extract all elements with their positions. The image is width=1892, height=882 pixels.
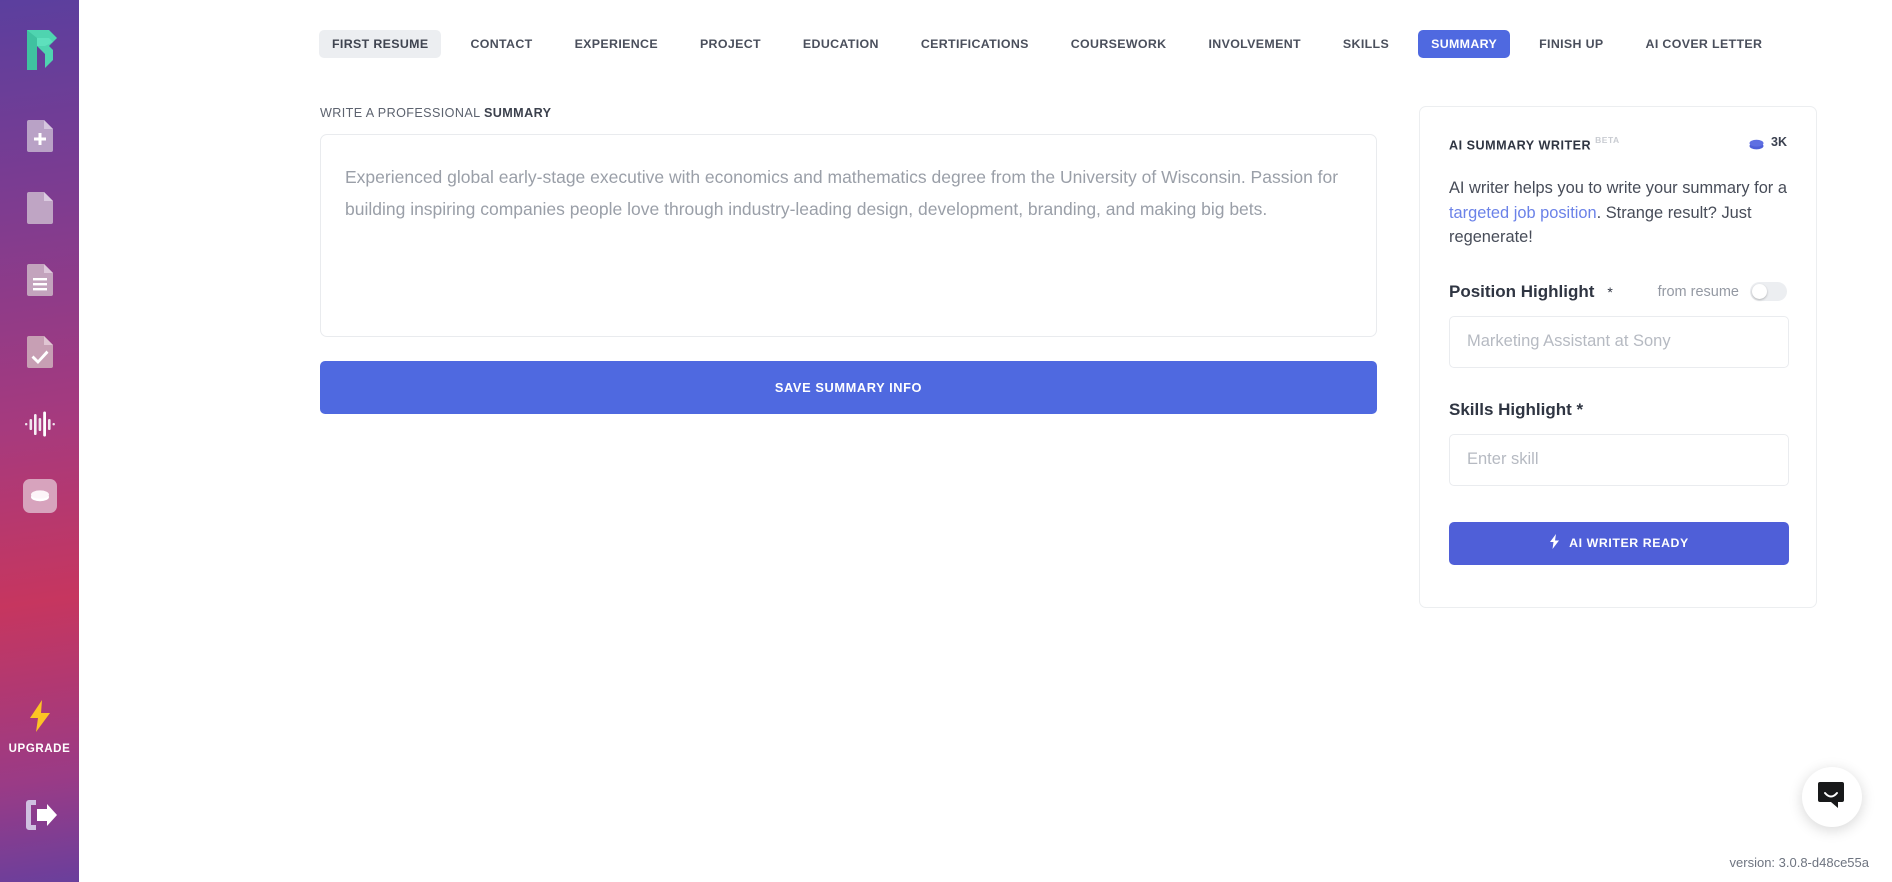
logout-arrow-icon [23,800,57,835]
checked-document-icon [27,336,53,373]
summary-textarea[interactable]: Experienced global early-stage executive… [320,134,1377,337]
position-highlight-input[interactable] [1449,316,1789,368]
credits-indicator[interactable]: 3K [1749,135,1787,149]
ai-panel-description: AI writer helps you to write your summar… [1449,176,1787,250]
from-resume-label: from resume [1658,284,1739,300]
ai-desc-part1: AI writer helps you to write your summar… [1449,179,1787,197]
coin-icon [1749,137,1764,148]
sidebar-item-analytics[interactable] [20,404,60,448]
content-area: WRITE A PROFESSIONAL SUMMARY Experienced… [79,58,1892,608]
from-resume-control: from resume [1658,282,1787,301]
tab-skills[interactable]: SKILLS [1330,30,1402,58]
ai-panel-title: AI SUMMARY WRITER [1449,138,1591,152]
logout-button[interactable] [0,800,79,835]
blank-document-icon [27,192,53,229]
position-required-marker: * [1607,284,1612,300]
ai-panel-title-wrap: AI SUMMARY WRITER BETA [1449,135,1620,154]
tab-experience[interactable]: EXPERIENCE [562,30,671,58]
tab-first-resume[interactable]: FIRST RESUME [319,30,441,58]
summary-textarea-value: Experienced global early-stage executive… [345,161,1352,225]
credits-count: 3K [1771,135,1787,149]
coin-stack-icon [23,479,57,518]
position-highlight-row: Position Highlight * from resume [1449,282,1787,302]
sidebar-item-new-resume[interactable] [20,116,60,160]
ai-panel-header: AI SUMMARY WRITER BETA 3K [1449,135,1787,154]
summary-column: WRITE A PROFESSIONAL SUMMARY Experienced… [320,106,1377,608]
sidebar-item-credits[interactable] [20,476,60,520]
resume-logo-r-icon[interactable] [19,26,61,74]
section-label-prefix: WRITE A PROFESSIONAL [320,106,484,120]
main-content: FIRST RESUME CONTACT EXPERIENCE PROJECT … [79,0,1892,882]
section-label-bold: SUMMARY [484,106,551,120]
tab-involvement[interactable]: INVOLVEMENT [1195,30,1313,58]
tab-ai-cover-letter[interactable]: AI COVER LETTER [1633,30,1776,58]
toggle-knob [1752,284,1767,299]
targeted-job-position-link[interactable]: targeted job position [1449,204,1597,222]
tab-summary[interactable]: SUMMARY [1418,30,1510,58]
lined-document-icon [27,264,53,301]
skills-highlight-row: Skills Highlight * [1449,400,1787,420]
lightning-bolt-icon [27,700,53,737]
ai-summary-writer-panel: AI SUMMARY WRITER BETA 3K AI writer helps… [1419,106,1817,608]
section-label: WRITE A PROFESSIONAL SUMMARY [320,106,1377,120]
ai-writer-ready-button[interactable]: AI WRITER READY [1449,522,1789,565]
chat-widget-button[interactable] [1802,767,1862,827]
beta-badge: BETA [1595,135,1620,145]
lightning-bolt-icon [1549,534,1560,552]
tab-education[interactable]: EDUCATION [790,30,892,58]
position-highlight-label: Position Highlight [1449,282,1594,302]
add-document-icon [27,120,53,157]
tab-contact[interactable]: CONTACT [457,30,545,58]
skills-highlight-input[interactable] [1449,434,1789,486]
tab-certifications[interactable]: CERTIFICATIONS [908,30,1042,58]
audio-waveform-icon [25,411,55,442]
from-resume-toggle[interactable] [1750,282,1787,301]
chat-bubble-icon [1818,781,1846,814]
upgrade-button[interactable]: UPGRADE [0,700,79,755]
skills-highlight-label: Skills Highlight * [1449,400,1583,420]
tab-project[interactable]: PROJECT [687,30,774,58]
left-sidebar: UPGRADE [0,0,79,882]
sidebar-item-documents[interactable] [20,188,60,232]
tab-coursework[interactable]: COURSEWORK [1058,30,1180,58]
upgrade-label: UPGRADE [9,743,71,755]
version-label: version: 3.0.8-d48ce55a [1730,855,1869,870]
sidebar-item-completed-resume[interactable] [20,332,60,376]
save-summary-button[interactable]: SAVE SUMMARY INFO [320,361,1377,414]
app-root: UPGRADE FIRST RESUME CONTACT EXPERIENCE … [0,0,1892,882]
tab-finish-up[interactable]: FINISH UP [1526,30,1616,58]
step-tabs: FIRST RESUME CONTACT EXPERIENCE PROJECT … [79,0,1892,58]
ai-writer-ready-label: AI WRITER READY [1569,536,1689,550]
sidebar-item-resume-list[interactable] [20,260,60,304]
